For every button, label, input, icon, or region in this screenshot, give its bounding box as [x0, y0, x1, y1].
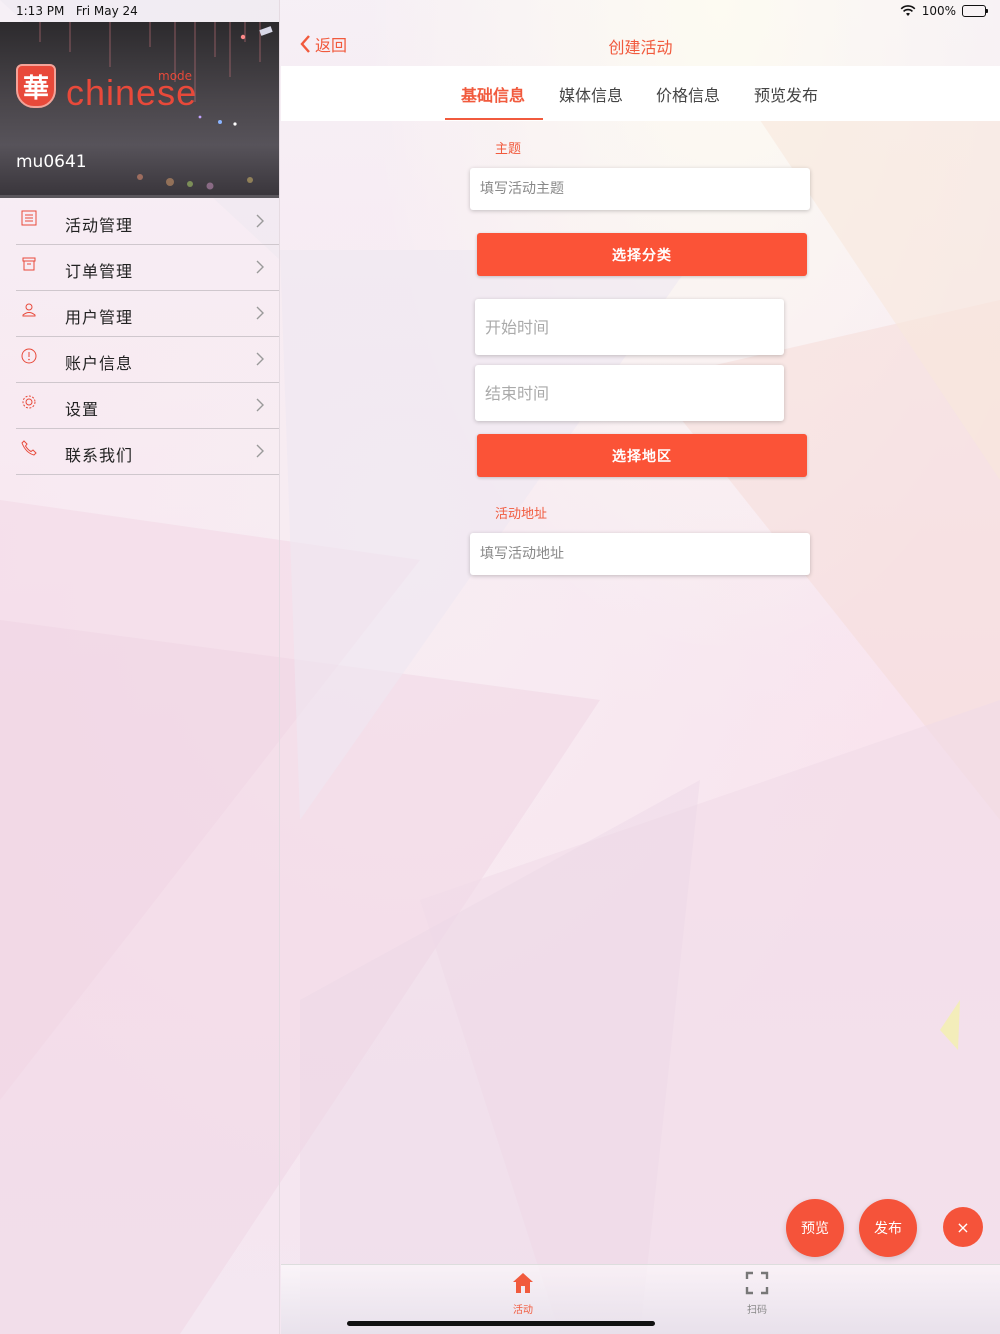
home-icon [513, 1273, 533, 1293]
logo-badge: 華 [16, 64, 56, 108]
start-time-field[interactable] [475, 299, 784, 355]
main-content: 返回 创建活动 基础信息 媒体信息 价格信息 预览发布 主题 选择分类 选择地区… [281, 0, 1000, 1334]
status-indicators: 100% [900, 4, 988, 18]
chevron-right-icon [256, 352, 264, 366]
info-icon [21, 348, 37, 364]
theme-label: 主题 [495, 142, 522, 157]
sidebar-header: 華 chinese mode mu0641 [0, 22, 279, 198]
tab-price-info[interactable]: 价格信息 [640, 82, 736, 106]
sidebar-item-activity-management[interactable]: 活动管理 [16, 199, 279, 245]
tab-basic-info[interactable]: 基础信息 [445, 82, 541, 106]
sidebar-item-account-info[interactable]: 账户信息 [16, 337, 279, 383]
sidebar-item-label: 用户管理 [65, 308, 134, 327]
user-icon [22, 303, 36, 317]
sidebar-item-label: 活动管理 [65, 216, 134, 235]
sidebar-item-label: 账户信息 [65, 354, 134, 373]
sidebar-menu: 活动管理 订单管理 用户管理 账户信息 设置 联系我们 [16, 199, 279, 475]
tabbar-scan-label: 扫码 [747, 1305, 767, 1316]
username: mu0641 [16, 152, 87, 172]
wifi-icon [900, 5, 916, 16]
status-bar: 1:13 PM Fri May 24 100% [0, 0, 1000, 22]
page-title: 创建活动 [608, 38, 673, 57]
chevron-right-icon [256, 260, 264, 274]
battery-percent: 100% [921, 4, 956, 18]
theme-input[interactable] [470, 168, 810, 210]
status-time: 1:13 PM Fri May 24 [16, 4, 138, 18]
sidebar: 華 chinese mode mu0641 活动管理 订单管理 用户管理 账户信… [0, 0, 280, 1334]
sidebar-item-settings[interactable]: 设置 [16, 383, 279, 429]
chevron-right-icon [256, 398, 264, 412]
tabbar-activity[interactable]: 活动 [493, 1271, 553, 1316]
select-category-button[interactable]: 选择分类 [477, 233, 807, 276]
time-text: 1:13 PM [16, 4, 65, 18]
battery-icon [962, 5, 988, 17]
navigation-bar: 返回 创建活动 [281, 22, 1000, 66]
address-input[interactable] [470, 533, 810, 575]
publish-button[interactable]: 发布 [859, 1199, 917, 1257]
chevron-right-icon [256, 214, 264, 228]
phone-icon [21, 440, 37, 456]
active-tab-indicator [445, 118, 543, 120]
sidebar-item-user-management[interactable]: 用户管理 [16, 291, 279, 337]
home-indicator [347, 1321, 655, 1326]
archive-icon [22, 257, 36, 271]
sidebar-item-order-management[interactable]: 订单管理 [16, 245, 279, 291]
preview-button[interactable]: 预览 [786, 1199, 844, 1257]
tabbar-scan[interactable]: 扫码 [727, 1271, 787, 1316]
gear-icon [22, 395, 36, 409]
tab-preview-publish[interactable]: 预览发布 [738, 82, 834, 106]
tab-media-info[interactable]: 媒体信息 [543, 82, 639, 106]
list-icon [21, 210, 37, 226]
scan-icon [745, 1271, 769, 1295]
tab-bar: 基础信息 媒体信息 价格信息 预览发布 [281, 66, 1000, 121]
sidebar-item-label: 订单管理 [65, 262, 134, 281]
address-label: 活动地址 [495, 507, 548, 522]
sidebar-item-label: 设置 [65, 400, 100, 419]
sidebar-item-label: 联系我们 [65, 446, 134, 465]
sidebar-item-contact-us[interactable]: 联系我们 [16, 429, 279, 475]
close-fab-button[interactable]: × [943, 1207, 983, 1247]
tabbar-activity-label: 活动 [513, 1305, 533, 1316]
chevron-right-icon [256, 444, 264, 458]
date-text: Fri May 24 [75, 4, 138, 18]
chevron-right-icon [256, 306, 264, 320]
end-time-field[interactable] [475, 365, 784, 421]
select-region-button[interactable]: 选择地区 [477, 434, 807, 477]
header-divider [0, 195, 279, 198]
logo-subtext: mode [158, 69, 193, 83]
